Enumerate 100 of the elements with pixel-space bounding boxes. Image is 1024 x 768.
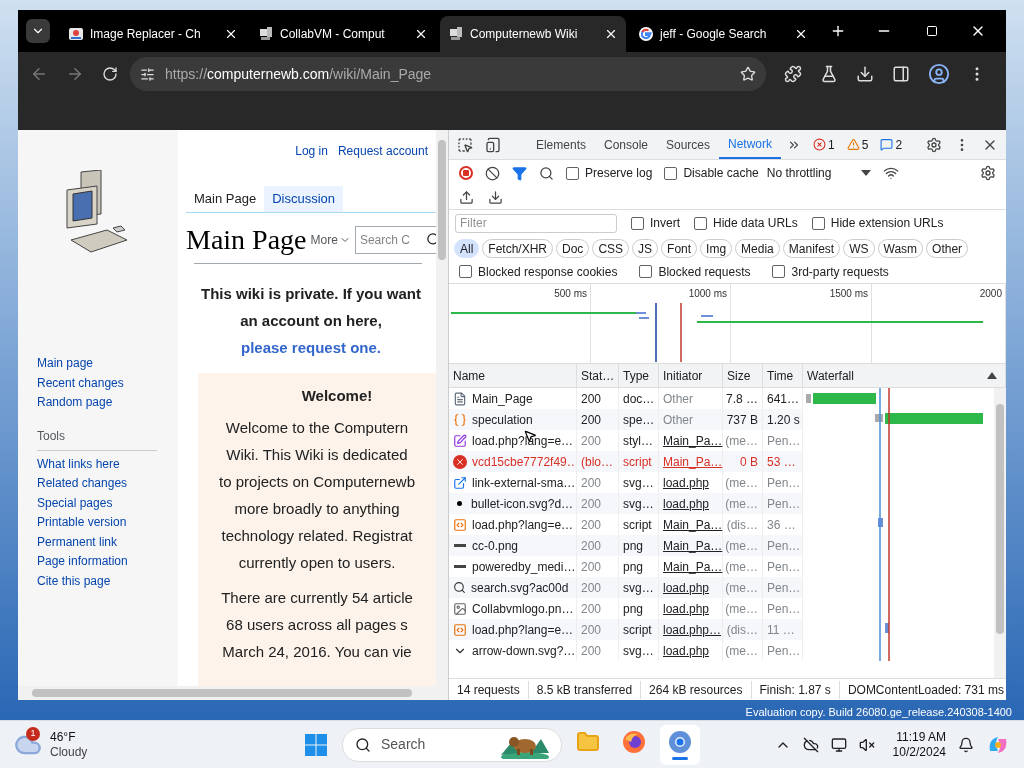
initiator-link[interactable]: Main_Pa…	[663, 431, 723, 450]
request-name[interactable]: link-external-sma…	[472, 473, 576, 492]
tools-link[interactable]: Cite this page	[37, 571, 178, 591]
type-filter[interactable]: Img	[700, 238, 733, 258]
initiator-link[interactable]: load.php	[663, 473, 710, 492]
devtools-tab[interactable]: Sources	[657, 130, 720, 159]
fox-globe-icon[interactable]	[622, 729, 646, 754]
filter-icon[interactable]	[512, 165, 527, 181]
column-header[interactable]: Size	[727, 366, 751, 385]
close-icon[interactable]	[414, 27, 428, 41]
tools-link[interactable]: Permanent link	[37, 532, 178, 552]
puzzle-icon[interactable]	[784, 65, 802, 83]
column-header[interactable]: Time	[767, 366, 794, 385]
type-filter[interactable]: Manifest	[782, 238, 841, 258]
checkbox[interactable]	[459, 265, 472, 278]
download-icon[interactable]	[856, 65, 874, 83]
address-bar[interactable]: https://computernewb.com/wiki/Main_Page	[130, 57, 766, 91]
throttling-dropdown[interactable]: No throttling	[766, 164, 872, 182]
tab-list-button[interactable]	[26, 19, 50, 43]
type-filter[interactable]: Font	[661, 238, 698, 258]
initiator-link[interactable]: load.php	[663, 599, 710, 618]
device-toolbar-icon[interactable]	[484, 136, 501, 153]
side-panel-icon[interactable]	[892, 65, 910, 83]
vertical-scrollbar[interactable]	[436, 130, 448, 686]
request-name[interactable]: cc-0.png	[472, 536, 519, 555]
initiator-link[interactable]: Main_Pa…	[663, 536, 723, 555]
star-icon[interactable]	[740, 66, 756, 82]
nav-link[interactable]: Main page	[37, 354, 178, 374]
request-name[interactable]: load.php?lang=e…	[472, 431, 574, 450]
profile-icon[interactable]	[928, 63, 950, 85]
settings-icon[interactable]	[926, 136, 943, 153]
back-icon[interactable]	[30, 65, 48, 83]
tools-link[interactable]: What links here	[37, 454, 178, 474]
checkbox[interactable]	[811, 216, 825, 230]
request-name[interactable]: poweredby_medi…	[472, 557, 576, 576]
inspect-icon[interactable]	[457, 136, 473, 153]
initiator-link[interactable]: load.php…	[663, 620, 722, 639]
download-icon[interactable]	[488, 190, 503, 205]
search-icon[interactable]	[425, 232, 436, 247]
monitor-icon[interactable]	[830, 736, 847, 753]
column-header[interactable]: Waterfall	[807, 366, 854, 385]
tools-link[interactable]: Page information	[37, 552, 178, 572]
search-icon[interactable]	[539, 165, 554, 181]
request-name[interactable]: arrow-down.svg?…	[472, 641, 576, 660]
checkbox[interactable]	[566, 166, 579, 180]
upload-icon[interactable]	[459, 190, 474, 205]
type-filter[interactable]: Other	[926, 238, 969, 258]
maximize-icon[interactable]	[926, 25, 938, 37]
close-icon[interactable]	[224, 27, 238, 41]
settings-icon[interactable]	[980, 165, 996, 181]
mute-icon[interactable]	[858, 736, 875, 753]
start-icon[interactable]	[304, 732, 328, 757]
initiator-link[interactable]: load.php	[663, 578, 710, 597]
type-filter[interactable]: Media	[735, 238, 780, 258]
request-link[interactable]: please request one.	[240, 339, 382, 356]
column-header[interactable]: Name	[453, 366, 485, 385]
checkbox[interactable]	[639, 265, 653, 278]
request-name[interactable]: Collabvmlogo.pn…	[472, 599, 574, 618]
filter-field[interactable]: Filter	[455, 213, 617, 233]
more-menu[interactable]: More	[310, 231, 351, 249]
type-filter[interactable]: WS	[843, 238, 875, 258]
type-filter[interactable]: Doc	[556, 238, 590, 258]
tools-link[interactable]: Printable version	[37, 513, 178, 533]
account-link[interactable]: Log in	[295, 142, 328, 160]
vertical-scrollbar[interactable]	[994, 388, 1006, 678]
forward-icon[interactable]	[66, 65, 84, 83]
close-icon[interactable]	[604, 27, 618, 41]
search-field[interactable]: Search C	[354, 226, 436, 254]
initiator-link[interactable]: load.php	[663, 641, 710, 660]
request-name[interactable]: vcd15cbe7772f49…	[472, 452, 576, 471]
column-header[interactable]: Initiator	[663, 366, 703, 385]
clock[interactable]: 11:19 AM 10/2/2024	[892, 729, 946, 760]
request-name[interactable]: Main_Page	[472, 389, 533, 408]
request-name[interactable]: search.svg?ac00d	[471, 578, 569, 597]
network-conditions-icon[interactable]	[883, 165, 900, 181]
new-tab-icon[interactable]	[830, 23, 846, 39]
request-name[interactable]: bullet-icon.svg?d…	[471, 494, 574, 513]
sort-arrow-icon[interactable]	[987, 372, 997, 379]
tools-link[interactable]: Special pages	[37, 493, 178, 513]
nav-link[interactable]: Recent changes	[37, 373, 178, 393]
checkbox[interactable]	[631, 216, 644, 230]
clear-icon[interactable]	[485, 165, 500, 181]
taskbar-search[interactable]: Search	[342, 727, 562, 762]
type-filter[interactable]: CSS	[592, 238, 630, 258]
tools-link[interactable]: Related changes	[37, 474, 178, 494]
column-header[interactable]: Stat…	[581, 366, 615, 385]
initiator-link[interactable]: Main_Pa…	[663, 452, 723, 471]
checkbox[interactable]	[664, 166, 678, 180]
reload-icon[interactable]	[102, 66, 118, 82]
nav-link[interactable]: Random page	[37, 393, 178, 413]
browser-circle-icon[interactable]	[668, 729, 692, 754]
cloud-off-icon[interactable]	[802, 736, 819, 753]
request-name[interactable]: load.php?lang=e…	[472, 620, 574, 639]
devtools-tab[interactable]: Console	[594, 130, 657, 159]
devtools-tab[interactable]: Network	[719, 130, 782, 159]
type-filter[interactable]: Wasm	[877, 238, 924, 258]
browser-tab[interactable]: Computernewb Wiki	[440, 16, 626, 52]
horizontal-scrollbar[interactable]	[18, 686, 448, 700]
type-filter[interactable]: All	[454, 238, 480, 258]
type-filter[interactable]: JS	[632, 238, 659, 258]
